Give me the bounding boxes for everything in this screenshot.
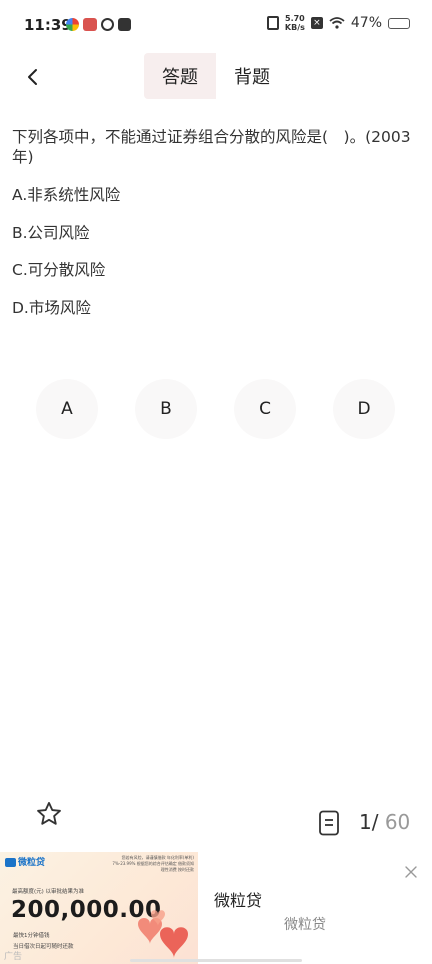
app-notification-icon — [83, 18, 97, 31]
answer-button-a[interactable]: A — [36, 379, 98, 439]
option-d[interactable]: D.市场风险 — [12, 298, 420, 336]
network-speed-value: 5.70 — [285, 14, 305, 23]
ad-caption: 最高额度(元) 以审批结果为准 — [12, 889, 85, 895]
answer-button-c[interactable]: C — [234, 379, 296, 439]
back-button[interactable] — [18, 62, 48, 92]
star-icon — [37, 801, 61, 825]
battery-percent: 47% — [350, 15, 382, 31]
wifi-icon — [329, 17, 345, 29]
ad-line-2: 当日借次日起可随时还款 — [13, 944, 74, 950]
page-total: 60 — [384, 810, 411, 834]
status-bar: 11:39 5.70 KB/s × 47% — [0, 0, 432, 50]
answer-buttons: A B C D — [0, 379, 432, 439]
tab-recite[interactable]: 背题 — [216, 53, 288, 99]
ad-subtitle[interactable]: 微粒贷 — [284, 914, 326, 934]
close-icon — [405, 866, 417, 878]
network-speed-unit: KB/s — [284, 23, 305, 32]
ad-title[interactable]: 微粒贷 — [214, 887, 262, 911]
option-b[interactable]: B.公司风险 — [12, 223, 420, 261]
option-list: A.非系统性风险 B.公司风险 C.可分散风险 D.市场风险 — [12, 185, 420, 335]
answer-button-b[interactable]: B — [135, 379, 197, 439]
ad-logo-text: 微粒贷 — [18, 858, 46, 868]
vibrate-icon — [266, 16, 279, 30]
network-speed: 5.70 KB/s — [285, 14, 305, 32]
home-indicator[interactable] — [130, 959, 302, 962]
app-notification-icon — [101, 18, 114, 31]
sim-icon: × — [310, 17, 323, 29]
ad-close-button[interactable] — [404, 864, 418, 878]
notification-icons — [66, 18, 131, 31]
answer-button-d[interactable]: D — [333, 379, 395, 439]
question-text: 下列各项中，不能通过证券组合分散的风险是( )。(2003年) — [12, 128, 411, 166]
ad-logo-mark-icon — [5, 858, 16, 867]
answer-card-icon — [319, 810, 339, 836]
ad-line-1: 最快1分钟借钱 — [13, 933, 50, 939]
mode-tabs: 答题 背题 — [144, 53, 288, 99]
back-arrow-icon — [28, 69, 37, 85]
system-icons: 5.70 KB/s × 47% — [266, 14, 410, 32]
ad-fine-print: 您若有风险，请谨慎借款 年化利率(单利) 7%-23.99% 根据您的综合评估确… — [112, 855, 194, 872]
tab-answer[interactable]: 答题 — [144, 53, 216, 99]
ad-image[interactable]: 微粒贷 您若有风险，请谨慎借款 年化利率(单利) 7%-23.99% 根据您的综… — [0, 852, 198, 964]
page-current: 1/ — [359, 810, 379, 834]
battery-icon — [388, 17, 410, 29]
app-notification-icon — [118, 18, 131, 31]
option-a[interactable]: A.非系统性风险 — [12, 185, 420, 223]
ad-banner[interactable]: 微粒贷 您若有风险，请谨慎借款 年化利率(单利) 7%-23.99% 根据您的综… — [0, 852, 432, 964]
answer-card-button[interactable] — [318, 810, 340, 836]
option-c[interactable]: C.可分散风险 — [12, 260, 420, 298]
ad-logo: 微粒贷 — [5, 855, 45, 868]
hearts-icon — [138, 910, 188, 958]
page-counter: 1/ 60 — [359, 810, 410, 834]
favorite-button[interactable] — [35, 800, 63, 828]
ad-tag: 广告 — [4, 952, 23, 962]
app-notification-icon — [66, 18, 79, 31]
status-time: 11:39 — [24, 16, 72, 34]
